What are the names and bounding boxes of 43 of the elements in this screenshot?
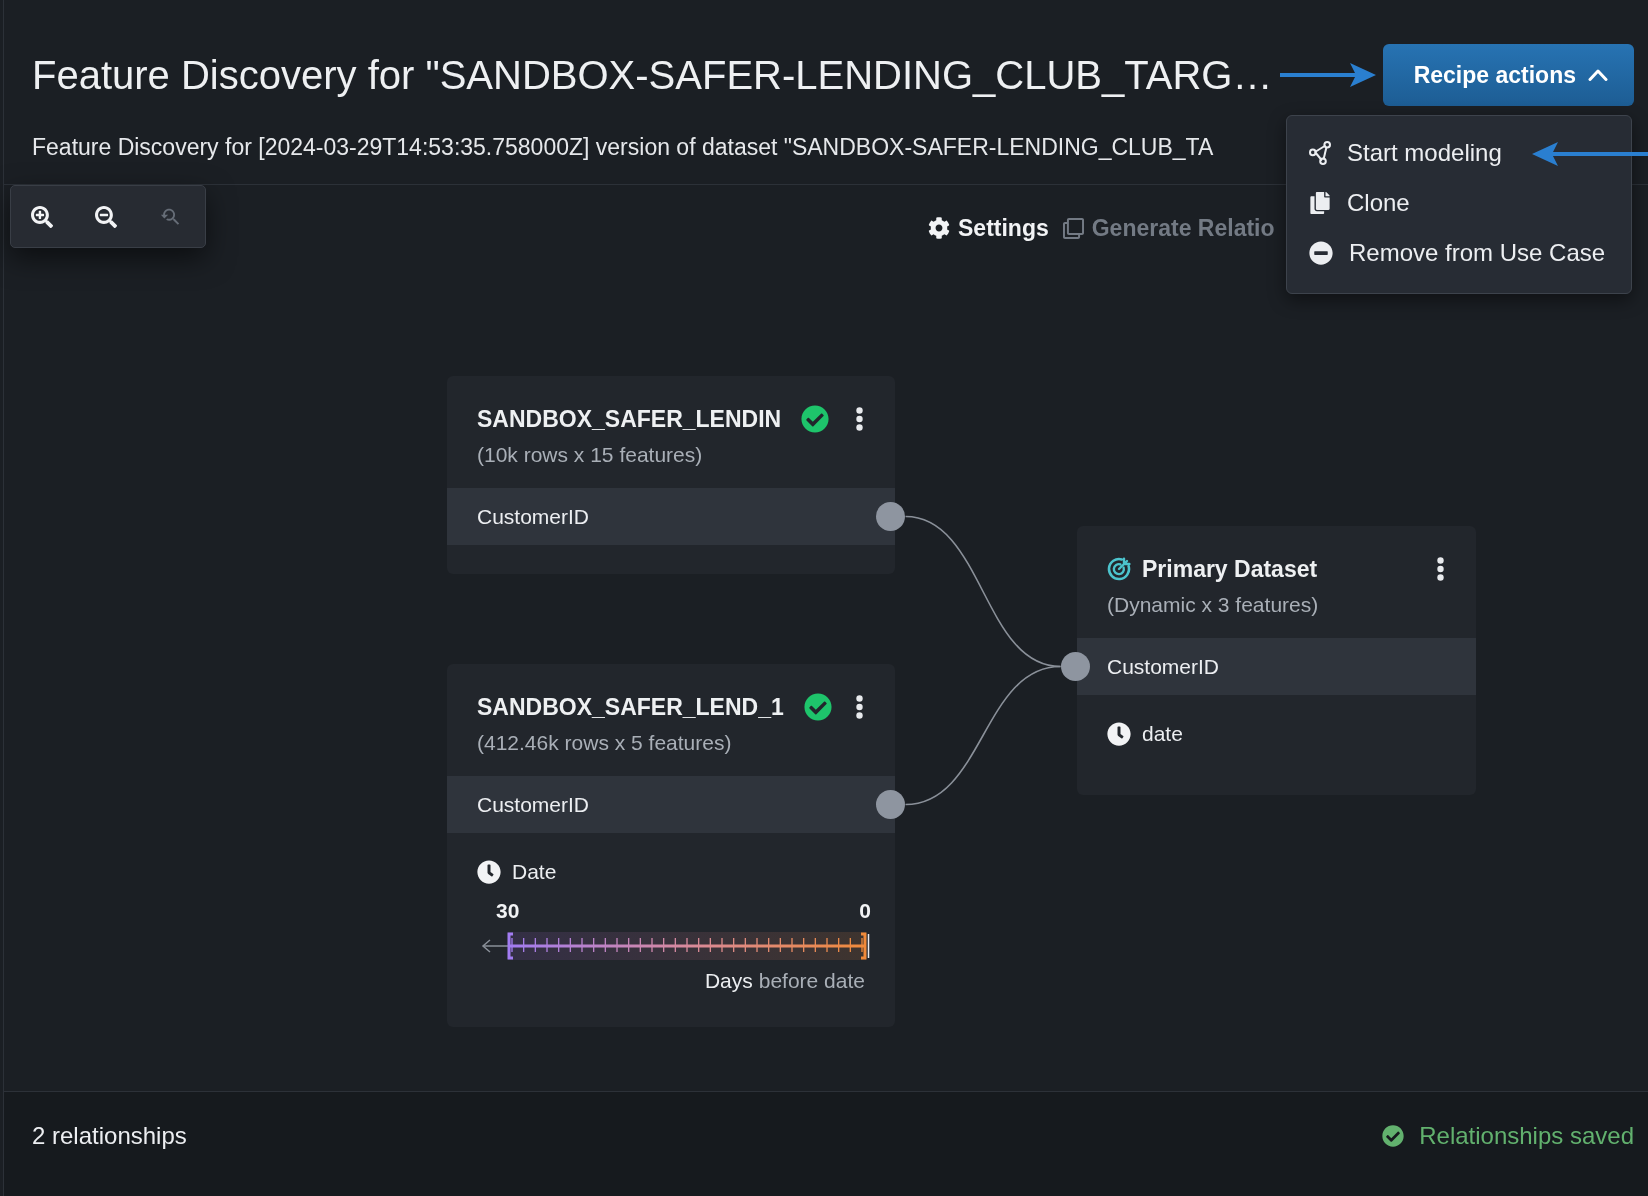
window-caption: before date <box>758 969 865 993</box>
settings-button[interactable]: Settings <box>928 214 1049 242</box>
recipe-actions-button[interactable]: Recipe actions <box>1382 44 1634 106</box>
connection-port[interactable] <box>876 790 905 819</box>
window-end: 0 <box>859 899 871 923</box>
menu-item[interactable]: Remove from Use Case <box>1287 228 1631 278</box>
kebab-icon <box>1437 557 1444 581</box>
date-field-name: Date <box>512 860 557 884</box>
page-subtitle: Feature Discovery for [2024-03-29T14:53:35.758000Z] version of dataset "SANDBOX-SAFER-LENDING_CLUB_TA <box>32 133 1214 162</box>
clock-icon <box>1107 722 1131 746</box>
menu-item[interactable]: Clone <box>1287 178 1631 228</box>
window-start: 30 <box>496 899 520 923</box>
key-field-name: CustomerID <box>1107 654 1220 679</box>
key-field-name: CustomerID <box>477 504 590 529</box>
gear-icon <box>928 217 950 239</box>
relationship-count: 2 relationships <box>32 1122 187 1150</box>
copy-icon <box>1309 192 1331 214</box>
kebab-icon <box>856 695 863 719</box>
clock-icon <box>477 860 501 884</box>
dataset-title: SANDBOX_SAFER_LEND_1 <box>477 693 784 721</box>
dataset-title: SANDBOX_SAFER_LENDIN <box>477 405 782 433</box>
key-field-name: CustomerID <box>477 792 590 817</box>
chevron-up-icon <box>1588 69 1608 81</box>
zoom-out-icon <box>95 205 117 228</box>
more-options-button[interactable] <box>854 693 865 721</box>
page-title: Feature Discovery for "SANDBOX-SAFER-LENDING_CLUB_TARG… <box>32 52 1273 99</box>
kebab-icon <box>856 407 863 431</box>
time-unit[interactable]: Days <box>704 969 753 993</box>
save-status: Relationships saved <box>1419 1122 1634 1150</box>
menu-item[interactable]: Start modeling <box>1287 128 1631 178</box>
more-options-button[interactable] <box>1435 555 1446 583</box>
dataset-size: (Dynamic x 3 features) <box>1107 592 1319 618</box>
dataset-size: (412.46k rows x 5 features) <box>477 730 732 756</box>
connection-port[interactable] <box>1061 652 1090 681</box>
connection-port[interactable] <box>876 502 905 531</box>
dataset-size: (10k rows x 15 features) <box>477 442 703 468</box>
overlapping-squares-icon <box>1062 217 1084 239</box>
dataset-title: Primary Dataset <box>1142 555 1318 583</box>
more-options-button[interactable] <box>854 405 865 433</box>
date-field-name: date <box>1142 722 1183 746</box>
zoom-in-icon <box>31 205 53 228</box>
target-icon <box>1107 557 1131 581</box>
network-icon <box>1309 141 1331 165</box>
